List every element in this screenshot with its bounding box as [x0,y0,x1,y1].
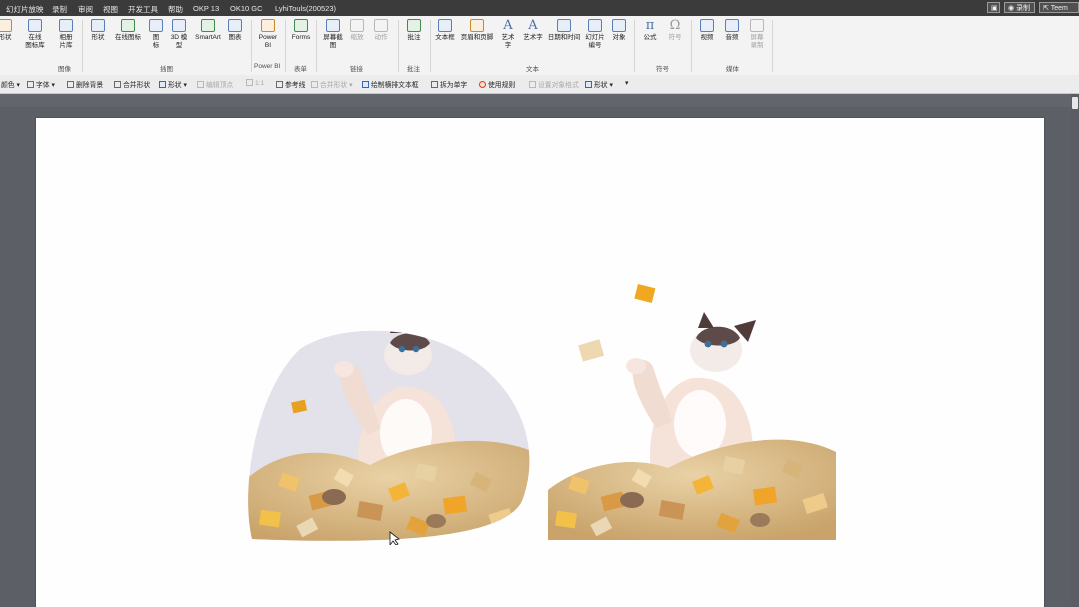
text-box-button[interactable]: 文本框 [432,19,458,42]
power-bi-button[interactable]: Power BI [255,19,281,50]
custom-toolbar: 颜色 ▾ 字体 ▾ 删除背景 合并形状 形状 ▾ 编辑顶点 1:1 参考线 合并… [0,75,1079,94]
toolbar-shape[interactable]: 形状 ▾ [159,79,187,89]
video-button[interactable]: 视频 [695,19,719,42]
ribbon-separator [285,20,286,72]
cat-photo-blob[interactable] [240,325,540,545]
toolbar-shape-2[interactable]: 形状 ▾ [585,79,613,89]
wordart-online-button[interactable]: A 艺术 字 [497,19,519,50]
icons-button[interactable]: 图 标 [146,19,166,50]
ribbon-separator [691,20,692,72]
smartart-button[interactable]: SmartArt [192,19,224,42]
3d-models-button[interactable]: 3D 模 型 [166,19,192,50]
shapes-partial-button[interactable]: 形状 [0,19,12,42]
forms-button[interactable]: Forms [289,19,313,42]
toolbar-font[interactable]: 字体 ▾ [27,79,55,89]
equation-button[interactable]: π 公式 [638,19,662,42]
toolbar-guides-checkbox[interactable]: 参考线 [276,79,305,89]
object-button[interactable]: 对象 [608,19,630,42]
ribbon-separator [430,20,431,72]
vertical-scrollbar[interactable] [1071,94,1079,607]
share-button[interactable]: ⇱ Teem [1039,2,1079,13]
slide-canvas[interactable] [36,118,1044,607]
toolbar-merge-shapes-2[interactable]: 合并形状 ▾ [311,79,353,89]
record-icon: ◉ [1008,5,1015,12]
group-label-illustrations: 插图 [160,66,173,73]
tab-lyhitools[interactable]: LyhiTouls(200523) [275,4,336,13]
ribbon-tab-bar: 幻灯片放映 录制 审阅 视图 开发工具 帮助 OKP 13 OK10 GC Ly… [0,0,1079,16]
tab-review[interactable]: 审阅 [78,4,93,15]
group-label-symbols: 符号 [656,66,669,73]
shapes-button[interactable]: 形状 [86,19,110,42]
toolbar-draw-textbox[interactable]: 绘制横排文本框 [362,79,419,89]
workspace-background [0,94,1079,107]
tab-view[interactable]: 视图 [103,4,118,15]
online-shapes-button[interactable]: 在线图标 [111,19,145,42]
group-label-power-bi: Power BI [254,63,281,70]
date-time-button[interactable]: 日期和时间 [546,19,582,42]
photo-album-button[interactable]: 相册 片库 [54,19,78,50]
record-button[interactable]: ◉ 录制 [1004,2,1035,13]
cat-photo-cutout[interactable] [548,282,838,542]
toolbar-color[interactable]: 颜色 ▾ [1,79,20,89]
toolbar-merge-shapes[interactable]: 合并形状 [114,79,150,89]
tab-developer[interactable]: 开发工具 [128,4,158,15]
comment-button[interactable]: 批注 [402,19,426,42]
group-label-forms: 表单 [294,66,307,73]
wordart-button[interactable]: A 艺术字 [520,19,546,42]
action-button[interactable]: 动作 [369,19,393,42]
group-label-media: 媒体 [726,66,739,73]
scrollbar-thumb[interactable] [1072,97,1078,109]
group-label-comments: 批注 [407,66,420,73]
online-icons-library-button[interactable]: 在线 图标库 [22,19,48,50]
group-label-images: 图像 [58,66,71,73]
screenshot-button[interactable]: 屏幕截 图 [320,19,346,50]
ribbon-separator [251,20,252,72]
toolbar-overflow[interactable]: ▾ [625,79,628,87]
comment-toggle-button[interactable]: ▣ [987,2,1000,13]
toolbar-use-rules[interactable]: 使用规则 [479,79,515,89]
chart-button[interactable]: 图表 [224,19,246,42]
ribbon-separator [772,20,773,72]
tab-record[interactable]: 录制 [52,4,67,15]
tab-help[interactable]: 帮助 [168,4,183,15]
toolbar-ratio[interactable]: 1:1 [246,79,264,87]
audio-button[interactable]: 音频 [720,19,744,42]
ribbon: 形状 在线 图标库 相册 片库 图像 形状 在线图标 图 标 3D 模 型 Sm… [0,16,1079,76]
ribbon-separator [316,20,317,72]
tab-ok10[interactable]: OK10 GC [230,4,263,13]
ribbon-separator [82,20,83,72]
toolbar-edit-points[interactable]: 编辑顶点 [197,79,233,89]
symbol-button[interactable]: Ω 符号 [663,19,687,42]
group-label-links: 链接 [350,66,363,73]
toolbar-format-object[interactable]: 设置对象格式 [529,79,579,89]
screen-recording-button[interactable]: 屏幕 录制 [745,19,769,50]
ribbon-separator [398,20,399,72]
toolbar-split-chars[interactable]: 拆为单字 [431,79,467,89]
tab-slideshow[interactable]: 幻灯片放映 [6,4,44,15]
header-footer-button[interactable]: 页眉和页脚 [458,19,496,42]
toolbar-remove-background[interactable]: 删除背景 [67,79,103,89]
zoom-button[interactable]: 缩放 [346,19,368,42]
ribbon-separator [634,20,635,72]
slide-number-button[interactable]: 幻灯片 编号 [582,19,608,50]
tab-okp[interactable]: OKP 13 [193,4,219,13]
share-icon: ⇱ [1043,5,1049,12]
group-label-text: 文本 [526,66,539,73]
